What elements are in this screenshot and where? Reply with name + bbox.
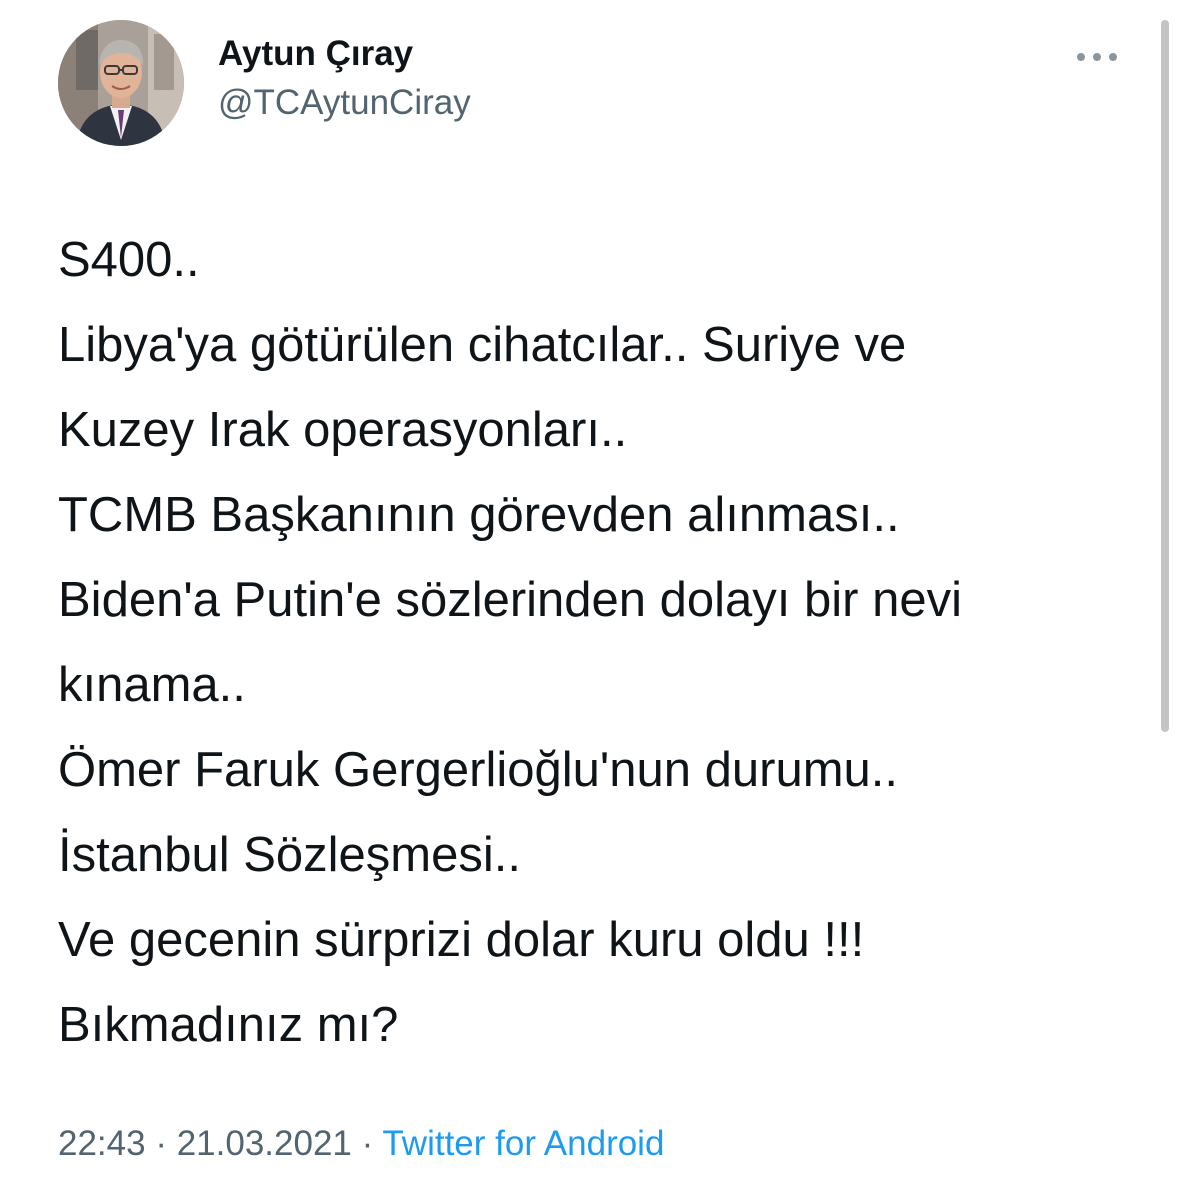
tweet-text-line: Bıkmadınız mı? (58, 998, 399, 1052)
scrollbar[interactable] (1161, 20, 1169, 732)
tweet-text-line: Biden'a Putin'e sözlerinden dolayı bir n… (58, 573, 962, 627)
tweet-text-line: TCMB Başkanının görevden alınması.. (58, 488, 900, 542)
avatar[interactable] (58, 20, 184, 146)
tweet-source-link[interactable]: Twitter for Android (382, 1124, 664, 1163)
tweet-time[interactable]: 22:43 (58, 1124, 146, 1163)
tweet-text-line: Kuzey Irak operasyonları.. (58, 403, 628, 457)
tweet-text-line: S400.. (58, 233, 200, 287)
tweet-text-line: Ve gecenin sürprizi dolar kuru oldu !!! (58, 913, 865, 967)
tweet-text: S400.. Libya'ya götürülen cihatcılar.. S… (58, 218, 1148, 1068)
tweet-metadata: 22:43 · 21.03.2021 · Twitter for Android (58, 1122, 664, 1166)
meta-separator: · (145, 1124, 177, 1163)
more-horizontal-icon (1077, 53, 1085, 61)
tweet-text-line: Libya'ya götürülen cihatcılar.. Suriye v… (58, 318, 907, 372)
more-horizontal-icon (1093, 53, 1101, 61)
tweet-text-line: İstanbul Sözleşmesi.. (58, 828, 521, 882)
meta-separator: · (351, 1124, 383, 1163)
tweet-text-line: Ömer Faruk Gergerlioğlu'nun durumu.. (58, 743, 898, 797)
tweet-detail: Aytun Çıray @TCAytunCiray S400.. Libya'y… (0, 0, 1180, 1200)
author-display-name[interactable]: Aytun Çıray (218, 32, 413, 76)
avatar-photo (58, 20, 184, 146)
author-handle[interactable]: @TCAytunCiray (218, 81, 471, 125)
tweet-date[interactable]: 21.03.2021 (177, 1124, 352, 1163)
more-horizontal-icon (1109, 53, 1117, 61)
more-options-button[interactable] (1072, 42, 1122, 72)
tweet-text-line: kınama.. (58, 658, 246, 712)
